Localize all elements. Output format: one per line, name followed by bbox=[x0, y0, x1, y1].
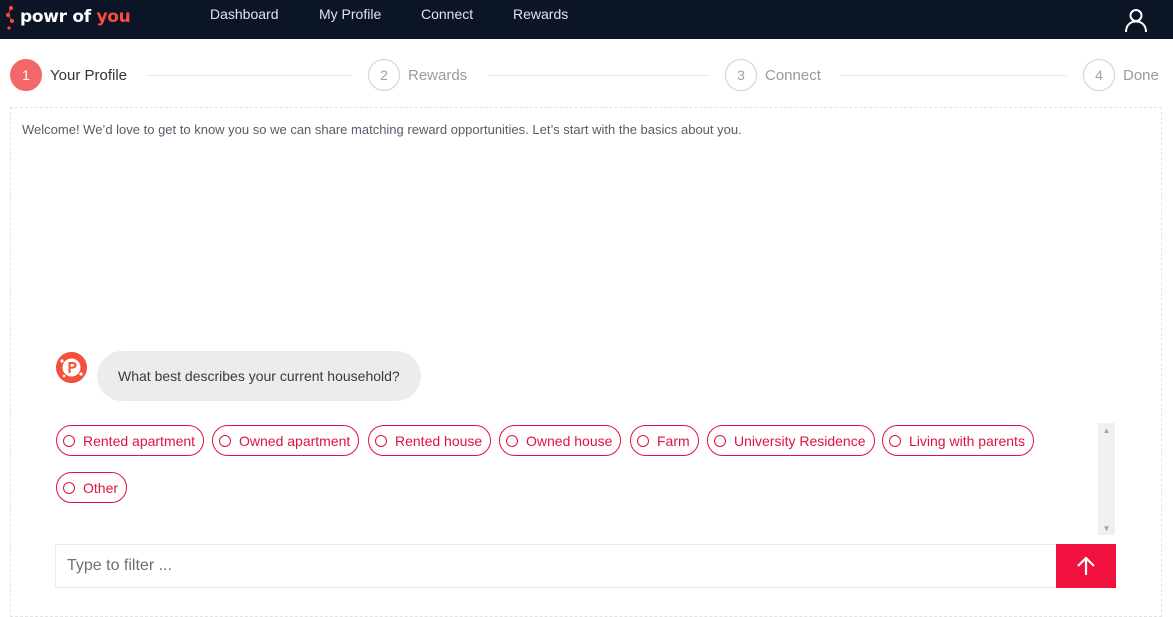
question-bubble: What best describes your current househo… bbox=[97, 351, 421, 401]
option-farm[interactable]: Farm bbox=[630, 425, 699, 456]
radio-icon bbox=[63, 434, 75, 447]
step-number: 3 bbox=[725, 59, 757, 91]
step-label: Connect bbox=[765, 66, 821, 84]
scroll-up-arrow-icon[interactable]: ▲ bbox=[1098, 423, 1115, 437]
step-connector bbox=[488, 75, 709, 76]
nav-link-rewards[interactable]: Rewards bbox=[513, 6, 568, 22]
step-number: 1 bbox=[10, 59, 42, 91]
step-rewards[interactable]: 2 Rewards bbox=[368, 58, 467, 92]
powr-bot-icon bbox=[56, 352, 87, 383]
brand-logo[interactable]: powr of you bbox=[6, 3, 131, 35]
radio-icon bbox=[714, 434, 726, 447]
radio-icon bbox=[637, 434, 649, 447]
filter-bar bbox=[55, 544, 1116, 588]
nav-link-connect[interactable]: Connect bbox=[421, 6, 473, 22]
radio-icon bbox=[506, 434, 518, 447]
logo-wordmark: powr of you bbox=[20, 7, 131, 27]
chat-panel: Welcome! We’d love to get to know you so… bbox=[10, 107, 1162, 617]
option-label: Farm bbox=[657, 432, 690, 449]
step-label: Rewards bbox=[408, 66, 468, 84]
nav-link-dashboard[interactable]: Dashboard bbox=[210, 6, 279, 22]
option-rented-apartment[interactable]: Rented apartment bbox=[56, 425, 205, 456]
option-label: Other bbox=[83, 479, 119, 496]
option-label: Rented house bbox=[395, 432, 483, 449]
step-done[interactable]: 4 Done bbox=[1083, 58, 1159, 92]
radio-icon bbox=[375, 434, 387, 447]
option-living-with-parents[interactable]: Living with parents bbox=[882, 425, 1034, 456]
options-scrollbar[interactable]: ▲ ▼ bbox=[1098, 423, 1115, 535]
step-number: 4 bbox=[1083, 59, 1115, 91]
option-label: Rented apartment bbox=[83, 432, 196, 449]
step-connector bbox=[147, 75, 352, 76]
option-label: Living with parents bbox=[909, 432, 1025, 449]
filter-input[interactable] bbox=[56, 545, 1056, 587]
nav-link-my-profile[interactable]: My Profile bbox=[319, 6, 381, 22]
option-university-residence[interactable]: University Residence bbox=[707, 425, 875, 456]
radio-icon bbox=[889, 434, 901, 447]
step-connector bbox=[841, 75, 1067, 76]
option-label: University Residence bbox=[734, 432, 866, 449]
progress-stepper: 1 Your Profile 2 Rewards 3 Connect 4 Don… bbox=[0, 58, 1173, 92]
send-button[interactable] bbox=[1056, 544, 1116, 588]
answer-options: Rented apartment Owned apartment Rented … bbox=[55, 423, 1115, 535]
logo-prefix: powr of bbox=[20, 7, 97, 27]
user-icon[interactable] bbox=[1123, 7, 1149, 33]
scroll-down-arrow-icon[interactable]: ▼ bbox=[1098, 521, 1115, 535]
logo-accent: you bbox=[96, 7, 131, 27]
radio-icon bbox=[219, 434, 231, 447]
option-label: Owned apartment bbox=[239, 432, 351, 449]
step-label: Done bbox=[1123, 66, 1159, 84]
option-owned-apartment[interactable]: Owned apartment bbox=[212, 425, 360, 456]
option-label: Owned house bbox=[526, 432, 613, 449]
step-number: 2 bbox=[368, 59, 400, 91]
option-rented-house[interactable]: Rented house bbox=[368, 425, 492, 456]
option-other[interactable]: Other bbox=[56, 472, 128, 503]
step-label: Your Profile bbox=[50, 66, 127, 84]
option-owned-house[interactable]: Owned house bbox=[499, 425, 622, 456]
step-connect[interactable]: 3 Connect bbox=[725, 58, 821, 92]
top-nav-bar: powr of you Dashboard My Profile Connect… bbox=[0, 0, 1173, 39]
step-your-profile[interactable]: 1 Your Profile bbox=[10, 58, 127, 92]
welcome-message: Welcome! We’d love to get to know you so… bbox=[22, 122, 742, 137]
arrow-up-icon bbox=[1077, 556, 1095, 575]
radio-icon bbox=[63, 481, 75, 494]
